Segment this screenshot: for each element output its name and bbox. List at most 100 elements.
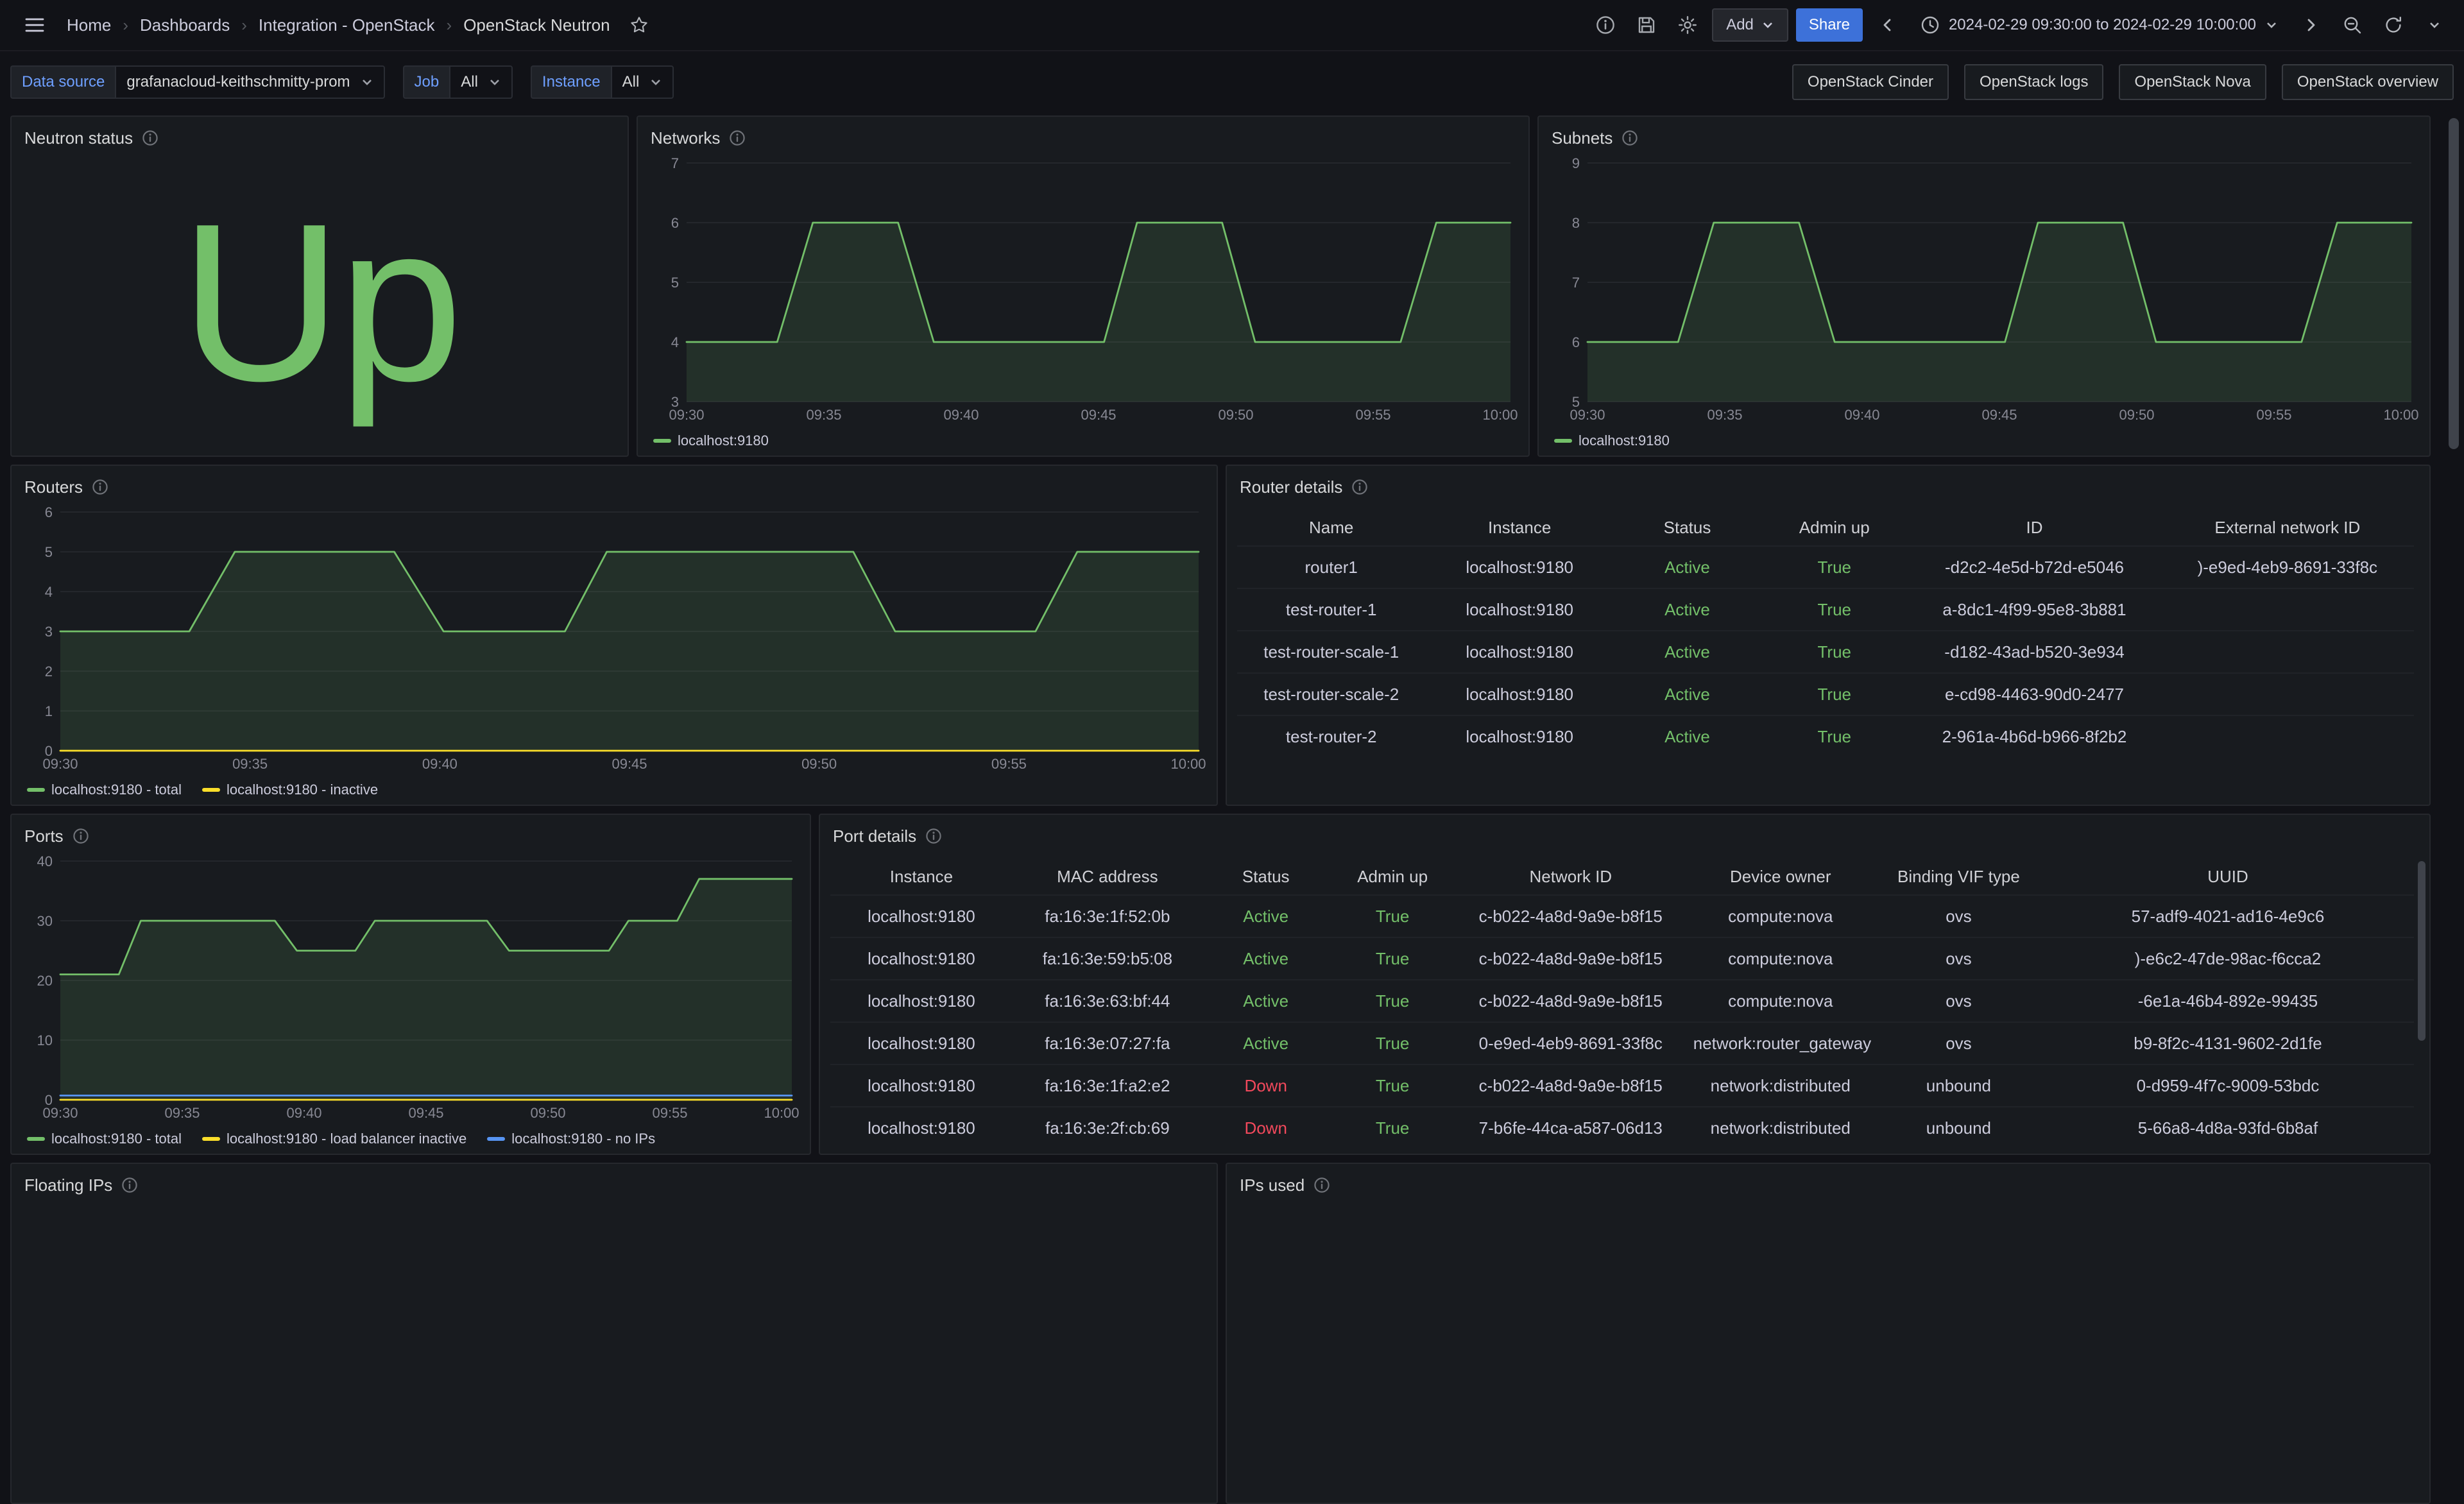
refresh-icon[interactable] xyxy=(2377,8,2410,42)
instance-variable[interactable]: Instance All xyxy=(531,65,674,99)
panel-header[interactable]: Neutron status xyxy=(12,117,628,150)
column-header[interactable]: Instance xyxy=(830,867,1013,887)
column-header[interactable]: Network ID xyxy=(1456,867,1686,887)
panel-info-icon[interactable] xyxy=(142,130,158,146)
legend-item[interactable]: localhost:9180 - load balancer inactive xyxy=(202,1131,466,1147)
table-cell: Active xyxy=(1202,949,1329,969)
breadcrumb-home[interactable]: Home xyxy=(67,15,111,35)
panel-info-icon[interactable] xyxy=(73,828,89,844)
table-cell: localhost:9180 xyxy=(830,1118,1013,1138)
time-shift-forward-icon[interactable] xyxy=(2295,8,2328,42)
table-cell: test-router-scale-2 xyxy=(1237,685,1425,705)
link-openstack-overview[interactable]: OpenStack overview xyxy=(2282,64,2454,100)
panel-info-icon[interactable] xyxy=(729,130,746,146)
panel-info-icon[interactable] xyxy=(121,1177,138,1193)
clock-icon xyxy=(1921,15,1940,35)
svg-text:09:45: 09:45 xyxy=(1081,407,1116,423)
menu-icon[interactable] xyxy=(18,8,51,42)
page-scrollbar[interactable] xyxy=(2449,118,2459,449)
table-cell: localhost:9180 xyxy=(1425,600,1613,620)
panel-info-icon[interactable] xyxy=(1313,1177,1330,1193)
column-header[interactable]: Admin up xyxy=(1761,518,1908,538)
column-header[interactable]: Status xyxy=(1614,518,1761,538)
table-cell: Active xyxy=(1614,727,1761,747)
breadcrumb-folder[interactable]: Integration - OpenStack xyxy=(259,15,435,35)
refresh-interval-dropdown-icon[interactable] xyxy=(2418,8,2451,42)
legend-label: localhost:9180 xyxy=(1579,432,1670,449)
ports-legend: localhost:9180 - total localhost:9180 - l… xyxy=(27,1131,655,1147)
svg-text:09:45: 09:45 xyxy=(1981,407,2017,423)
breadcrumb-dashboards[interactable]: Dashboards xyxy=(140,15,230,35)
column-header[interactable]: ID xyxy=(1908,518,2160,538)
table-row: router1localhost:9180ActiveTrue-d2c2-4e5… xyxy=(1237,545,2414,588)
link-openstack-nova[interactable]: OpenStack Nova xyxy=(2119,64,2266,100)
panel-title: Port details xyxy=(833,826,916,846)
panel-header[interactable]: Ports xyxy=(12,815,810,848)
panel-header[interactable]: Networks xyxy=(638,117,1528,150)
table-row: test-router-scale-1localhost:9180ActiveT… xyxy=(1237,630,2414,672)
column-header[interactable]: External network ID xyxy=(2161,518,2414,538)
legend-item[interactable]: localhost:9180 xyxy=(653,432,769,449)
panel-info-icon[interactable] xyxy=(1621,130,1638,146)
panel-header[interactable]: Port details xyxy=(820,815,2429,848)
table-cell: test-router-scale-1 xyxy=(1237,642,1425,662)
table-scrollbar[interactable] xyxy=(2418,861,2426,1041)
instance-variable-value[interactable]: All xyxy=(611,65,674,99)
svg-text:09:30: 09:30 xyxy=(42,756,78,772)
breadcrumb-separator: › xyxy=(447,15,452,35)
link-openstack-cinder[interactable]: OpenStack Cinder xyxy=(1792,64,1949,100)
dashboard-controls-row: Data source grafanacloud-keithschmitty-p… xyxy=(0,51,2464,113)
time-shift-back-icon[interactable] xyxy=(1870,8,1904,42)
panel-header[interactable]: IPs used xyxy=(1227,1164,2429,1197)
legend-item[interactable]: localhost:9180 - total xyxy=(27,1131,182,1147)
table-cell: router1 xyxy=(1237,558,1425,577)
share-button[interactable]: Share xyxy=(1796,8,1863,42)
top-nav-actions: Add Share 2024-02-29 09:30:00 to 2024-02… xyxy=(1589,8,2451,42)
column-header[interactable]: Admin up xyxy=(1329,867,1455,887)
panel-header[interactable]: Router details xyxy=(1227,466,2429,499)
column-header[interactable]: UUID xyxy=(2042,867,2414,887)
table-cell: network:distributed xyxy=(1686,1076,1876,1096)
table-cell: fa:16:3e:2f:cb:69 xyxy=(1013,1118,1202,1138)
panel-row-2: Routers 012345609:3009:3509:4009:4509:50… xyxy=(10,465,2454,806)
panel-header[interactable]: Subnets xyxy=(1539,117,2429,150)
ports-chart[interactable]: 01020304009:3009:3509:4009:4509:5009:551… xyxy=(22,853,800,1123)
panel-info-icon[interactable] xyxy=(925,828,942,844)
link-openstack-logs[interactable]: OpenStack logs xyxy=(1964,64,2103,100)
column-header[interactable]: Status xyxy=(1202,867,1329,887)
routers-chart[interactable]: 012345609:3009:3509:4009:4509:5009:5510:… xyxy=(22,504,1206,774)
job-variable-value[interactable]: All xyxy=(449,65,513,99)
table-cell: True xyxy=(1761,685,1908,705)
settings-gear-icon[interactable] xyxy=(1671,8,1704,42)
subnets-chart[interactable]: 5678909:3009:3509:4009:4509:5009:5510:00 xyxy=(1549,155,2419,425)
datasource-variable[interactable]: Data source grafanacloud-keithschmitty-p… xyxy=(10,65,385,99)
panel-info-icon[interactable] xyxy=(92,479,108,495)
table-cell: )-e6c2-47de-98ac-f6cca2 xyxy=(2042,949,2414,969)
column-header[interactable]: MAC address xyxy=(1013,867,1202,887)
add-button[interactable]: Add xyxy=(1712,8,1788,42)
column-header[interactable]: Instance xyxy=(1425,518,1613,538)
legend-item[interactable]: localhost:9180 xyxy=(1554,432,1670,449)
router-details-table: NameInstanceStatusAdmin upIDExternal net… xyxy=(1237,509,2414,794)
legend-item[interactable]: localhost:9180 - no IPs xyxy=(487,1131,655,1147)
column-header[interactable]: Name xyxy=(1237,518,1425,538)
svg-text:09:30: 09:30 xyxy=(42,1105,78,1121)
time-range-picker[interactable]: 2024-02-29 09:30:00 to 2024-02-29 10:00:… xyxy=(1912,8,2287,42)
favorite-star-icon[interactable] xyxy=(629,15,649,35)
networks-chart[interactable]: 3456709:3009:3509:4009:4509:5009:5510:00 xyxy=(648,155,1518,425)
panel-header[interactable]: Routers xyxy=(12,466,1217,499)
table-cell: c-b022-4a8d-9a9e-b8f15 xyxy=(1456,907,1686,927)
column-header[interactable]: Device owner xyxy=(1686,867,1876,887)
zoom-out-icon[interactable] xyxy=(2336,8,2369,42)
save-icon[interactable] xyxy=(1630,8,1663,42)
job-variable[interactable]: Job All xyxy=(403,65,513,99)
datasource-variable-value[interactable]: grafanacloud-keithschmitty-prom xyxy=(115,65,384,99)
table-cell: Active xyxy=(1614,600,1761,620)
legend-item[interactable]: localhost:9180 - total xyxy=(27,782,182,798)
panel-info-icon[interactable] xyxy=(1351,479,1368,495)
legend-item[interactable]: localhost:9180 - inactive xyxy=(202,782,378,798)
panel-header[interactable]: Floating IPs xyxy=(12,1164,1217,1197)
dashboard-info-icon[interactable] xyxy=(1589,8,1622,42)
column-header[interactable]: Binding VIF type xyxy=(1876,867,2042,887)
svg-text:7: 7 xyxy=(1572,275,1580,291)
